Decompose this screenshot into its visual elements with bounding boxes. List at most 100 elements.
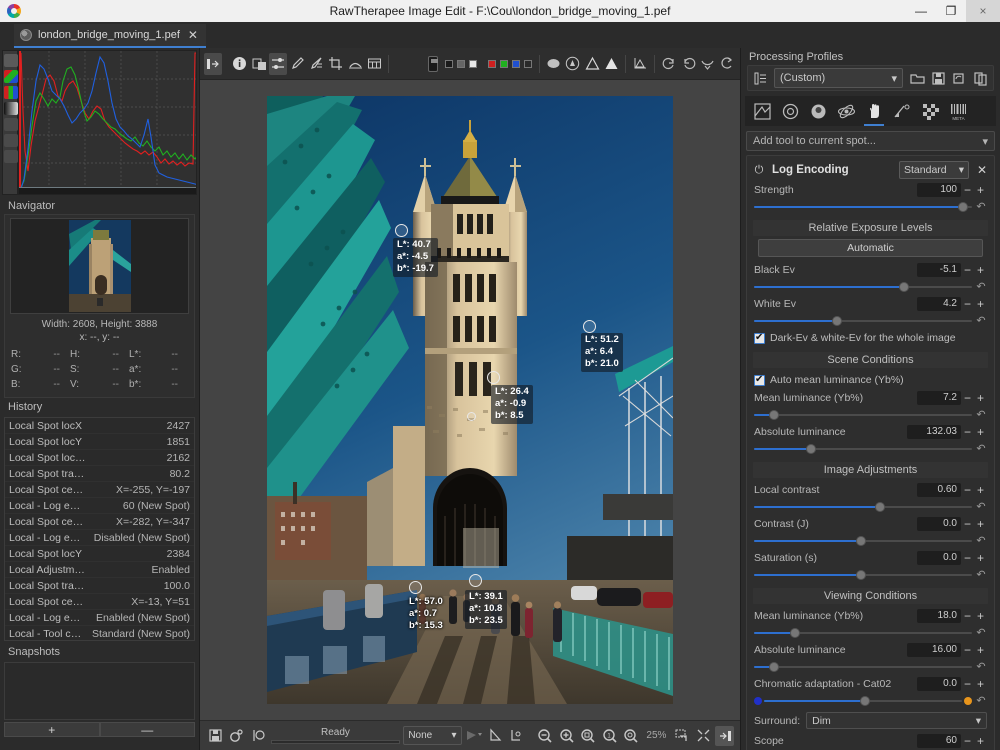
history-row[interactable]: Local Spot locXL2162 bbox=[5, 450, 194, 466]
scene-mean-luminance-value[interactable]: 7.2 bbox=[917, 391, 961, 405]
tab-metadata[interactable]: META bbox=[945, 98, 971, 124]
flip-horizontal-icon[interactable] bbox=[699, 53, 717, 75]
histogram-canvas[interactable] bbox=[18, 50, 197, 195]
reset-icon[interactable]: ↶ bbox=[975, 694, 987, 707]
scene-absolute-luminance-slider[interactable] bbox=[754, 444, 972, 454]
file-tab[interactable]: london_bridge_moving_1.pef ✕ bbox=[14, 24, 206, 48]
auto-mean-luminance-checkbox[interactable] bbox=[754, 375, 765, 386]
local-spot-marker[interactable]: L*: 40.7 a*: -4.5 b*: -19.7 bbox=[395, 224, 408, 237]
scope-decrement[interactable]: − bbox=[961, 734, 974, 748]
rgb-channels-icon[interactable] bbox=[4, 70, 18, 83]
view-absolute-luminance-increment[interactable]: + bbox=[974, 643, 987, 657]
soft-proof-icon[interactable] bbox=[465, 726, 484, 746]
spot-handle-icon[interactable] bbox=[469, 574, 482, 587]
reset-icon[interactable]: ↶ bbox=[975, 626, 987, 639]
maximize-button[interactable]: ❐ bbox=[936, 0, 966, 22]
tab-local-adjustments[interactable] bbox=[861, 98, 887, 124]
automatic-button[interactable]: Automatic bbox=[758, 239, 983, 257]
saturation-s-value[interactable]: 0.0 bbox=[917, 551, 961, 565]
history-row[interactable]: Local - Log encodind ...60 (New Spot) bbox=[5, 498, 194, 514]
straighten-icon[interactable] bbox=[308, 53, 326, 75]
save-image-icon[interactable] bbox=[206, 726, 225, 746]
reset-icon[interactable]: ↶ bbox=[975, 568, 987, 581]
black-ev-decrement[interactable]: − bbox=[961, 263, 974, 277]
before-after-icon[interactable] bbox=[250, 53, 268, 75]
zoom-out-icon[interactable] bbox=[536, 726, 555, 746]
scene-mean-luminance-increment[interactable]: + bbox=[974, 391, 987, 405]
black-ev-increment[interactable]: + bbox=[974, 263, 987, 277]
perspective-icon[interactable] bbox=[346, 53, 364, 75]
white-ev-value[interactable]: 4.2 bbox=[917, 297, 961, 311]
saturation-s-decrement[interactable]: − bbox=[961, 551, 974, 565]
local-contrast-decrement[interactable]: − bbox=[961, 483, 974, 497]
history-row[interactable]: Local - Log encodingDisabled (New Spot) bbox=[5, 530, 194, 546]
power-toggle-icon[interactable]: ⏻ bbox=[752, 163, 766, 177]
load-profile-icon[interactable] bbox=[907, 68, 927, 88]
zoom-fit-icon[interactable] bbox=[579, 726, 598, 746]
snapshots-list[interactable] bbox=[4, 662, 195, 720]
history-row[interactable]: Local - Log encodingEnabled (New Spot) bbox=[5, 610, 194, 626]
navigator-preview[interactable] bbox=[10, 218, 189, 314]
luminance-channel-icon[interactable] bbox=[4, 86, 18, 99]
histogram-toggle-icon[interactable] bbox=[631, 53, 649, 75]
local-contrast-value[interactable]: 0.60 bbox=[917, 483, 961, 497]
scene-absolute-luminance-value[interactable]: 132.03 bbox=[907, 425, 961, 439]
white-ev-increment[interactable]: + bbox=[974, 297, 987, 311]
white-ev-decrement[interactable]: − bbox=[961, 297, 974, 311]
show-left-panel-icon[interactable] bbox=[204, 53, 222, 75]
view-mean-luminance-decrement[interactable]: − bbox=[961, 609, 974, 623]
shadow-clipping-icon[interactable] bbox=[583, 53, 601, 75]
color-picker-icon[interactable] bbox=[288, 53, 306, 75]
history-row[interactable]: Local AdjustmentsEnabled bbox=[5, 562, 194, 578]
saturation-s-slider[interactable] bbox=[754, 570, 972, 580]
view-mean-luminance-slider[interactable] bbox=[754, 628, 972, 638]
auto-mean-luminance-row[interactable]: Auto mean luminance (Yb%) bbox=[752, 371, 989, 389]
swatch-white[interactable] bbox=[469, 60, 477, 68]
spot-handle-icon[interactable] bbox=[409, 581, 422, 594]
strength-value[interactable]: 100 bbox=[917, 183, 961, 197]
close-icon[interactable]: ✕ bbox=[188, 28, 198, 42]
black-ev-slider[interactable] bbox=[754, 282, 972, 292]
history-list[interactable]: Local Spot locX2427Local Spot locY1851Lo… bbox=[4, 417, 195, 641]
remove-snapshot-button[interactable]: — bbox=[100, 722, 196, 737]
swatch-none[interactable] bbox=[524, 60, 532, 68]
close-tool-icon[interactable]: ✕ bbox=[975, 163, 989, 177]
strength-decrement[interactable]: − bbox=[961, 183, 974, 197]
black-ev-value[interactable]: -5.1 bbox=[917, 263, 961, 277]
preview-mode-icon[interactable] bbox=[545, 53, 563, 75]
scene-absolute-luminance-decrement[interactable]: − bbox=[961, 425, 974, 439]
tab-transform[interactable] bbox=[889, 98, 915, 124]
swatch-blue[interactable] bbox=[512, 60, 520, 68]
queue-process-icon[interactable] bbox=[228, 726, 247, 746]
scope-mode-icon[interactable] bbox=[4, 134, 18, 147]
history-row[interactable]: Local Spot locY1851 bbox=[5, 434, 194, 450]
history-row[interactable]: Local Spot centerX=-282, Y=-347 bbox=[5, 514, 194, 530]
reset-icon[interactable]: ↶ bbox=[975, 280, 987, 293]
scene-absolute-luminance-increment[interactable]: + bbox=[974, 425, 987, 439]
bar-display-icon[interactable] bbox=[4, 150, 18, 163]
soft-proofing-profile-select[interactable]: None ▾ bbox=[403, 726, 461, 745]
local-contrast-increment[interactable]: + bbox=[974, 483, 987, 497]
photo[interactable]: L*: 40.7 a*: -4.5 b*: -19.7 L*: 51.2 a*:… bbox=[267, 96, 673, 704]
scene-mean-luminance-decrement[interactable]: − bbox=[961, 391, 974, 405]
contrast-j-decrement[interactable]: − bbox=[961, 517, 974, 531]
view-absolute-luminance-decrement[interactable]: − bbox=[961, 643, 974, 657]
flip-vertical-icon[interactable] bbox=[718, 53, 736, 75]
reset-icon[interactable]: ↶ bbox=[975, 442, 987, 455]
whole-image-checkbox-row[interactable]: Dark-Ev & white-Ev for the whole image bbox=[752, 329, 989, 347]
add-tool-select[interactable]: Add tool to current spot... ▾ bbox=[746, 131, 995, 151]
tab-raw[interactable] bbox=[917, 98, 943, 124]
local-spot-marker[interactable]: L*: 39.1 a*: 10.8 b*: 23.5 bbox=[469, 574, 482, 587]
fullscreen-icon[interactable] bbox=[694, 726, 713, 746]
spot-handle-icon[interactable] bbox=[467, 412, 476, 421]
view-absolute-luminance-slider[interactable] bbox=[754, 662, 972, 672]
crop-frame-icon[interactable] bbox=[672, 726, 691, 746]
history-row[interactable]: Local Spot centerX=-13, Y=51 bbox=[5, 594, 194, 610]
local-spot-marker[interactable]: L*: 51.2 a*: 6.4 b*: 21.0 bbox=[583, 320, 596, 333]
spot-handle-icon[interactable] bbox=[487, 371, 500, 384]
history-row[interactable]: Local Spot centerX=-255, Y=-197 bbox=[5, 482, 194, 498]
paste-profile-icon[interactable] bbox=[970, 68, 990, 88]
view-absolute-luminance-value[interactable]: 16.00 bbox=[907, 643, 961, 657]
focus-mask-icon[interactable] bbox=[564, 53, 582, 75]
copy-profile-icon[interactable] bbox=[949, 68, 969, 88]
